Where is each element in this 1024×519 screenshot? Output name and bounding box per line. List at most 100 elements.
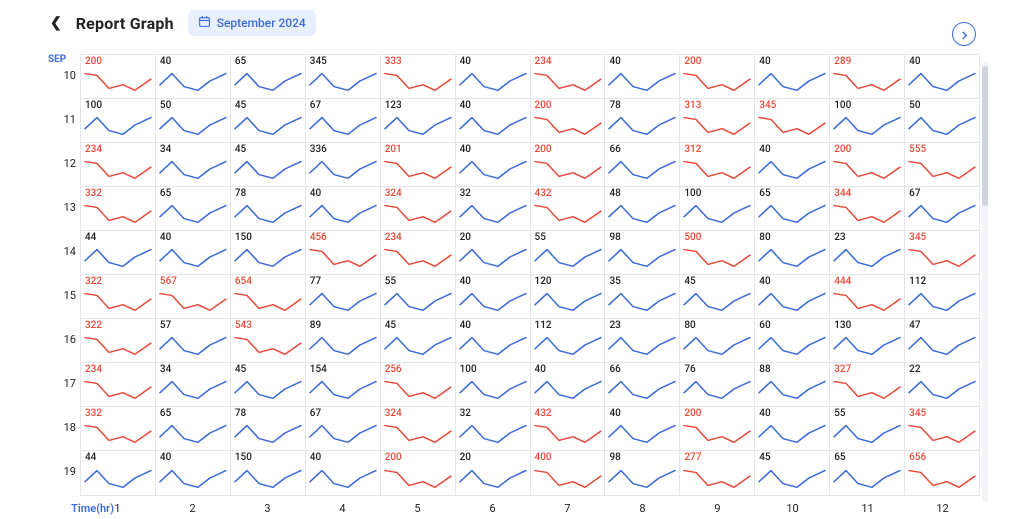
grid-cell[interactable]: 123 xyxy=(381,99,456,142)
grid-cell[interactable]: 543 xyxy=(231,319,306,362)
grid-cell[interactable]: 200 xyxy=(531,99,606,142)
grid-cell[interactable]: 20 xyxy=(456,451,531,495)
grid-cell[interactable]: 65 xyxy=(156,187,231,230)
grid-cell[interactable]: 80 xyxy=(680,319,755,362)
grid-cell[interactable]: 500 xyxy=(680,231,755,274)
grid-cell[interactable]: 78 xyxy=(605,99,680,142)
grid-cell[interactable]: 77 xyxy=(306,275,381,318)
grid-cell[interactable]: 432 xyxy=(531,187,606,230)
grid-cell[interactable]: 48 xyxy=(605,187,680,230)
grid-cell[interactable]: 112 xyxy=(905,275,979,318)
grid-cell[interactable]: 40 xyxy=(605,55,680,98)
grid-cell[interactable]: 345 xyxy=(905,407,979,450)
grid-cell[interactable]: 567 xyxy=(156,275,231,318)
grid-cell[interactable]: 100 xyxy=(830,99,905,142)
grid-cell[interactable]: 100 xyxy=(680,187,755,230)
grid-cell[interactable]: 234 xyxy=(381,231,456,274)
grid-cell[interactable]: 201 xyxy=(381,143,456,186)
grid-cell[interactable]: 322 xyxy=(81,275,156,318)
grid-cell[interactable]: 44 xyxy=(81,451,156,495)
grid-cell[interactable]: 200 xyxy=(81,55,156,98)
grid-cell[interactable]: 65 xyxy=(231,55,306,98)
back-icon[interactable]: ❮ xyxy=(50,16,62,30)
grid-cell[interactable]: 256 xyxy=(381,363,456,406)
next-button[interactable] xyxy=(952,22,976,46)
grid-cell[interactable]: 277 xyxy=(680,451,755,495)
grid-cell[interactable]: 444 xyxy=(830,275,905,318)
grid-cell[interactable]: 34 xyxy=(156,363,231,406)
grid-cell[interactable]: 322 xyxy=(81,319,156,362)
grid-cell[interactable]: 45 xyxy=(381,319,456,362)
grid-cell[interactable]: 112 xyxy=(531,319,606,362)
grid-cell[interactable]: 40 xyxy=(531,363,606,406)
grid-cell[interactable]: 23 xyxy=(830,231,905,274)
grid-cell[interactable]: 432 xyxy=(531,407,606,450)
grid-cell[interactable]: 40 xyxy=(905,55,979,98)
grid-cell[interactable]: 40 xyxy=(755,275,830,318)
grid-cell[interactable]: 40 xyxy=(456,143,531,186)
grid-cell[interactable]: 89 xyxy=(306,319,381,362)
grid-cell[interactable]: 40 xyxy=(456,55,531,98)
grid-cell[interactable]: 40 xyxy=(156,55,231,98)
grid-cell[interactable]: 200 xyxy=(381,451,456,495)
grid-cell[interactable]: 400 xyxy=(531,451,606,495)
grid-cell[interactable]: 154 xyxy=(306,363,381,406)
grid-cell[interactable]: 130 xyxy=(830,319,905,362)
grid-cell[interactable]: 456 xyxy=(306,231,381,274)
grid-cell[interactable]: 45 xyxy=(231,363,306,406)
grid-cell[interactable]: 45 xyxy=(231,99,306,142)
grid-cell[interactable]: 80 xyxy=(755,231,830,274)
grid-cell[interactable]: 324 xyxy=(381,187,456,230)
grid-cell[interactable]: 60 xyxy=(755,319,830,362)
grid-cell[interactable]: 200 xyxy=(531,143,606,186)
grid-cell[interactable]: 40 xyxy=(755,143,830,186)
grid-cell[interactable]: 313 xyxy=(680,99,755,142)
grid-cell[interactable]: 200 xyxy=(680,55,755,98)
grid-cell[interactable]: 66 xyxy=(605,143,680,186)
grid-cell[interactable]: 55 xyxy=(830,407,905,450)
grid-cell[interactable]: 234 xyxy=(81,143,156,186)
grid-cell[interactable]: 98 xyxy=(605,231,680,274)
grid-cell[interactable]: 40 xyxy=(456,99,531,142)
grid-cell[interactable]: 22 xyxy=(905,363,979,406)
grid-cell[interactable]: 333 xyxy=(381,55,456,98)
grid-cell[interactable]: 40 xyxy=(755,55,830,98)
grid-cell[interactable]: 100 xyxy=(81,99,156,142)
grid-cell[interactable]: 332 xyxy=(81,407,156,450)
grid-cell[interactable]: 34 xyxy=(156,143,231,186)
grid-cell[interactable]: 344 xyxy=(830,187,905,230)
grid-cell[interactable]: 324 xyxy=(381,407,456,450)
grid-cell[interactable]: 40 xyxy=(605,407,680,450)
grid-cell[interactable]: 336 xyxy=(306,143,381,186)
grid-cell[interactable]: 120 xyxy=(531,275,606,318)
grid-cell[interactable]: 67 xyxy=(905,187,979,230)
grid-cell[interactable]: 65 xyxy=(755,187,830,230)
grid-cell[interactable]: 555 xyxy=(905,143,979,186)
grid-cell[interactable]: 40 xyxy=(456,275,531,318)
grid-cell[interactable]: 45 xyxy=(755,451,830,495)
grid-cell[interactable]: 150 xyxy=(231,231,306,274)
grid-cell[interactable]: 345 xyxy=(755,99,830,142)
grid-cell[interactable]: 327 xyxy=(830,363,905,406)
vertical-scrollbar[interactable] xyxy=(982,62,988,502)
grid-cell[interactable]: 234 xyxy=(81,363,156,406)
grid-cell[interactable]: 44 xyxy=(81,231,156,274)
grid-cell[interactable]: 45 xyxy=(231,143,306,186)
grid-cell[interactable]: 345 xyxy=(306,55,381,98)
grid-cell[interactable]: 45 xyxy=(680,275,755,318)
grid-cell[interactable]: 32 xyxy=(456,187,531,230)
grid-cell[interactable]: 289 xyxy=(830,55,905,98)
grid-cell[interactable]: 57 xyxy=(156,319,231,362)
grid-cell[interactable]: 55 xyxy=(381,275,456,318)
grid-cell[interactable]: 78 xyxy=(231,187,306,230)
grid-cell[interactable]: 98 xyxy=(605,451,680,495)
grid-cell[interactable]: 65 xyxy=(156,407,231,450)
grid-cell[interactable]: 88 xyxy=(755,363,830,406)
grid-cell[interactable]: 345 xyxy=(905,231,979,274)
grid-cell[interactable]: 66 xyxy=(605,363,680,406)
grid-cell[interactable]: 50 xyxy=(905,99,979,142)
grid-cell[interactable]: 150 xyxy=(231,451,306,495)
scrollbar-thumb[interactable] xyxy=(982,66,988,206)
grid-cell[interactable]: 654 xyxy=(231,275,306,318)
grid-cell[interactable]: 23 xyxy=(605,319,680,362)
